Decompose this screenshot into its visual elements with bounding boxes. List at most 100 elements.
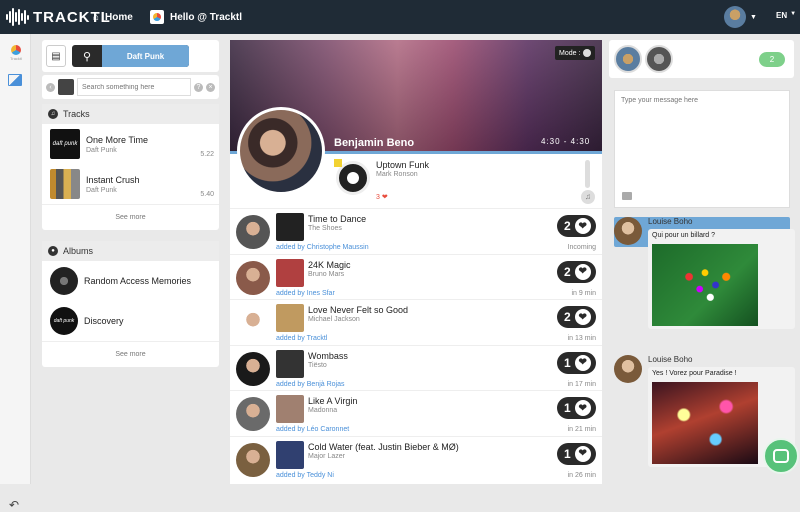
playlist-button[interactable]: ▤ (46, 45, 66, 67)
queue-item[interactable]: 24K Magic Bruno Mars added by Ines Sfar 2 ❤ i… (230, 253, 602, 300)
vote-button[interactable]: 1 ❤ (557, 442, 596, 465)
chat-image[interactable] (652, 244, 758, 326)
left-rail: Tracktl ↶ (0, 34, 31, 512)
track-art: daft punk (50, 129, 80, 159)
avatar (236, 397, 270, 431)
chat-author: Louise Boho (648, 355, 693, 364)
queue-item[interactable]: Like A Virgin Madonna added by Léo Caronne… (230, 390, 602, 436)
vote-button[interactable]: 1 ❤ (557, 351, 596, 374)
added-by-prefix: added by (276, 471, 305, 479)
queue-item[interactable]: Cold Water (feat. Justin Bieber & MØ) Maj… (230, 435, 602, 482)
track-title: One More Time (86, 134, 149, 145)
host-name: Benjamin Beno (334, 137, 415, 149)
added-by-prefix: added by (276, 426, 305, 433)
playlist-icon: ▤ (51, 50, 61, 62)
artist-thumb (58, 79, 74, 95)
avatar[interactable] (614, 45, 642, 73)
queue-title: Love Never Felt so Good (308, 305, 409, 315)
albums-panel: ● Albums Random Access Memories daft pun… (42, 241, 219, 367)
list-item[interactable]: Instant Crush Daft Punk 5.40 (42, 164, 219, 204)
queue-eta: in 21 min (567, 426, 596, 433)
queue-artist: Tiësto (308, 361, 327, 369)
queue-title: Like A Virgin (308, 396, 358, 406)
language-selector[interactable]: EN ▼ (776, 11, 796, 20)
chevron-down-icon: ▼ (790, 11, 797, 17)
vote-button[interactable]: 2 ❤ (557, 306, 596, 328)
tracktl-logo-icon[interactable]: Tracktl (8, 44, 24, 61)
user-menu[interactable]: ▼ (724, 6, 757, 28)
avatar (236, 351, 270, 386)
search-input[interactable] (77, 78, 191, 96)
avatar[interactable] (645, 45, 673, 73)
search-icon: ⚲ (82, 50, 92, 63)
chat-column: 2 SEND Louise Boho Qui pour un billard ?… (609, 40, 795, 484)
people-count[interactable]: 2 (759, 52, 785, 67)
volume-icon[interactable]: ♫ (581, 190, 595, 204)
rail-logo-caption: Tracktl (10, 56, 22, 61)
vote-count: 2 (564, 310, 571, 324)
added-by[interactable]: added by Léo Caronnet (276, 426, 349, 433)
avatar (236, 306, 270, 340)
clear-icon[interactable]: × (206, 82, 215, 92)
camera-icon[interactable] (622, 192, 632, 200)
added-by-prefix: added by (276, 335, 305, 342)
track-art (50, 169, 80, 199)
chat-author: Louise Boho (648, 217, 693, 226)
mode-toggle[interactable]: Mode : (555, 46, 596, 60)
album-title: Discovery (84, 316, 124, 326)
avatar (614, 355, 642, 383)
logout-icon[interactable]: ↶ (9, 498, 19, 512)
heart-icon: ❤ (574, 263, 591, 280)
back-icon[interactable]: ‹ (46, 82, 55, 92)
added-by[interactable]: added by Christophe Maussin (276, 244, 369, 251)
queue-title: 24K Magic (308, 259, 351, 270)
nav-room[interactable]: Hello @ Tracktl (150, 0, 242, 34)
albums-header: ● Albums (42, 241, 219, 261)
vote-button[interactable]: 1 ❤ (557, 397, 596, 419)
home-icon: ⌂ (93, 11, 100, 23)
track-art (276, 440, 304, 469)
heart-icon: ❤ (574, 309, 591, 325)
list-item[interactable]: Random Access Memories (42, 261, 219, 301)
vote-button[interactable]: 2 ❤ (557, 260, 596, 283)
chat-image[interactable] (652, 382, 758, 464)
vote-count: 2 (564, 264, 571, 279)
queue-eta: in 9 min (571, 289, 596, 297)
added-by[interactable]: added by Ines Sfar (276, 290, 335, 297)
list-item[interactable]: daft punk One More Time Daft Punk 5.22 (42, 124, 219, 164)
chat-fab-button[interactable] (763, 438, 799, 474)
queue-item[interactable]: Love Never Felt so Good Michael Jackson ad… (230, 299, 602, 345)
avatar (614, 217, 642, 245)
queue-artist: Michael Jackson (308, 316, 360, 323)
now-playing-badge (334, 159, 342, 167)
volume-slider[interactable] (585, 160, 590, 188)
message-input[interactable] (615, 91, 789, 151)
queue-item[interactable]: Time to Dance The Shoes added by Christoph… (230, 208, 602, 254)
list-item[interactable]: daft punk Discovery (42, 301, 219, 341)
chevron-down-icon: ▼ (750, 13, 757, 21)
added-by-user: Christophe Maussin (306, 244, 369, 251)
added-by-prefix: added by (276, 244, 305, 251)
track-duration: 5.40 (200, 191, 214, 198)
now-playing-votes: 3 ❤ (376, 194, 388, 201)
search-tab[interactable]: ⚲ Daft Punk (72, 45, 189, 67)
chat-icon (773, 449, 789, 463)
see-more-tracks[interactable]: See more (42, 204, 219, 230)
added-by[interactable]: added by Benjà Rojas (276, 381, 345, 388)
added-by[interactable]: added by Teddy Ni (276, 472, 334, 479)
see-more-albums[interactable]: See more (42, 341, 219, 367)
albums-title: Albums (63, 246, 94, 256)
added-by[interactable]: added by Tracktl (276, 335, 327, 342)
player-column: Mode : Benjamin Beno 4:30 - 4:30 Uptown … (230, 40, 602, 484)
mode-icon (583, 49, 592, 57)
message-box (614, 90, 790, 208)
nav-home[interactable]: ⌂ Home (93, 0, 133, 34)
added-by-prefix: added by (276, 289, 305, 297)
album-art: daft punk (50, 307, 78, 335)
help-icon[interactable]: ? (194, 82, 203, 92)
image-icon[interactable] (8, 74, 22, 86)
avatar (236, 260, 270, 295)
tracks-header: ♫ Tracks (42, 104, 219, 124)
queue-item[interactable]: Wombass Tiësto added by Benjà Rojas 1 ❤ in 17… (230, 344, 602, 391)
vote-button[interactable]: 2 ❤ (557, 215, 596, 237)
